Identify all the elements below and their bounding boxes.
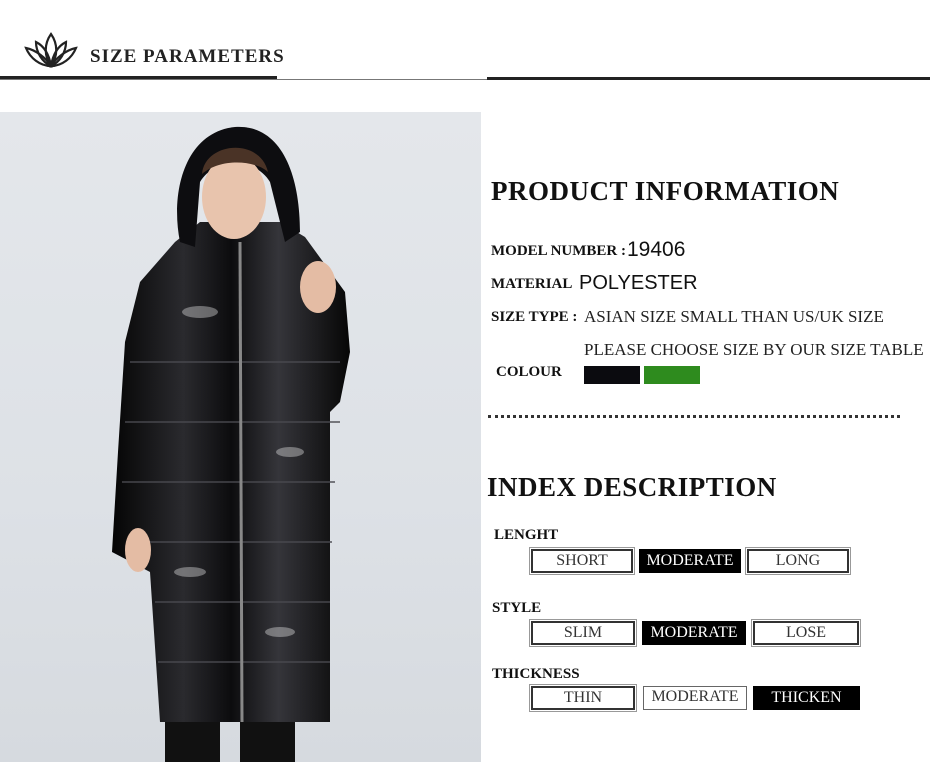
style-option-slim: SLIM: [529, 619, 637, 647]
length-label: LENGHT: [494, 527, 559, 543]
index-description-title: INDEX DESCRIPTION: [487, 472, 777, 502]
section-header-title: SIZE PARAMETERS: [90, 46, 285, 67]
material-value: POLYESTER: [579, 272, 698, 294]
size-type-label: SIZE TYPE :: [491, 309, 578, 325]
product-information-title: PRODUCT INFORMATION: [491, 176, 840, 206]
thickness-option-thicken: THICKEN: [753, 686, 860, 710]
model-wearing-coat-image: [112, 126, 350, 762]
product-photo: [0, 112, 481, 762]
colour-label: COLOUR: [496, 364, 562, 380]
style-label: STYLE: [492, 600, 542, 616]
length-option-moderate: MODERATE: [639, 549, 741, 573]
material-label: MATERIAL: [491, 276, 573, 292]
thickness-option-moderate: MODERATE: [643, 686, 747, 710]
style-option-moderate: MODERATE: [642, 621, 746, 645]
style-option-lose: LOSE: [751, 619, 861, 647]
dotted-divider: [488, 415, 900, 418]
header-divider-right: [487, 77, 930, 80]
colour-swatch-black[interactable]: [584, 366, 640, 384]
thickness-option-thin: THIN: [529, 684, 637, 712]
thickness-label: THICKNESS: [492, 666, 580, 682]
colour-swatch-green[interactable]: [644, 366, 700, 384]
model-number-label: MODEL NUMBER :: [491, 243, 626, 259]
size-type-line1: ASIAN SIZE SMALL THAN US/UK SIZE: [584, 307, 884, 326]
size-type-line2: PLEASE CHOOSE SIZE BY OUR SIZE TABLE: [584, 340, 924, 359]
length-option-long: LONG: [745, 547, 851, 575]
lotus-icon: [24, 32, 78, 68]
length-option-short: SHORT: [529, 547, 635, 575]
model-number-value: 19406: [627, 238, 686, 261]
